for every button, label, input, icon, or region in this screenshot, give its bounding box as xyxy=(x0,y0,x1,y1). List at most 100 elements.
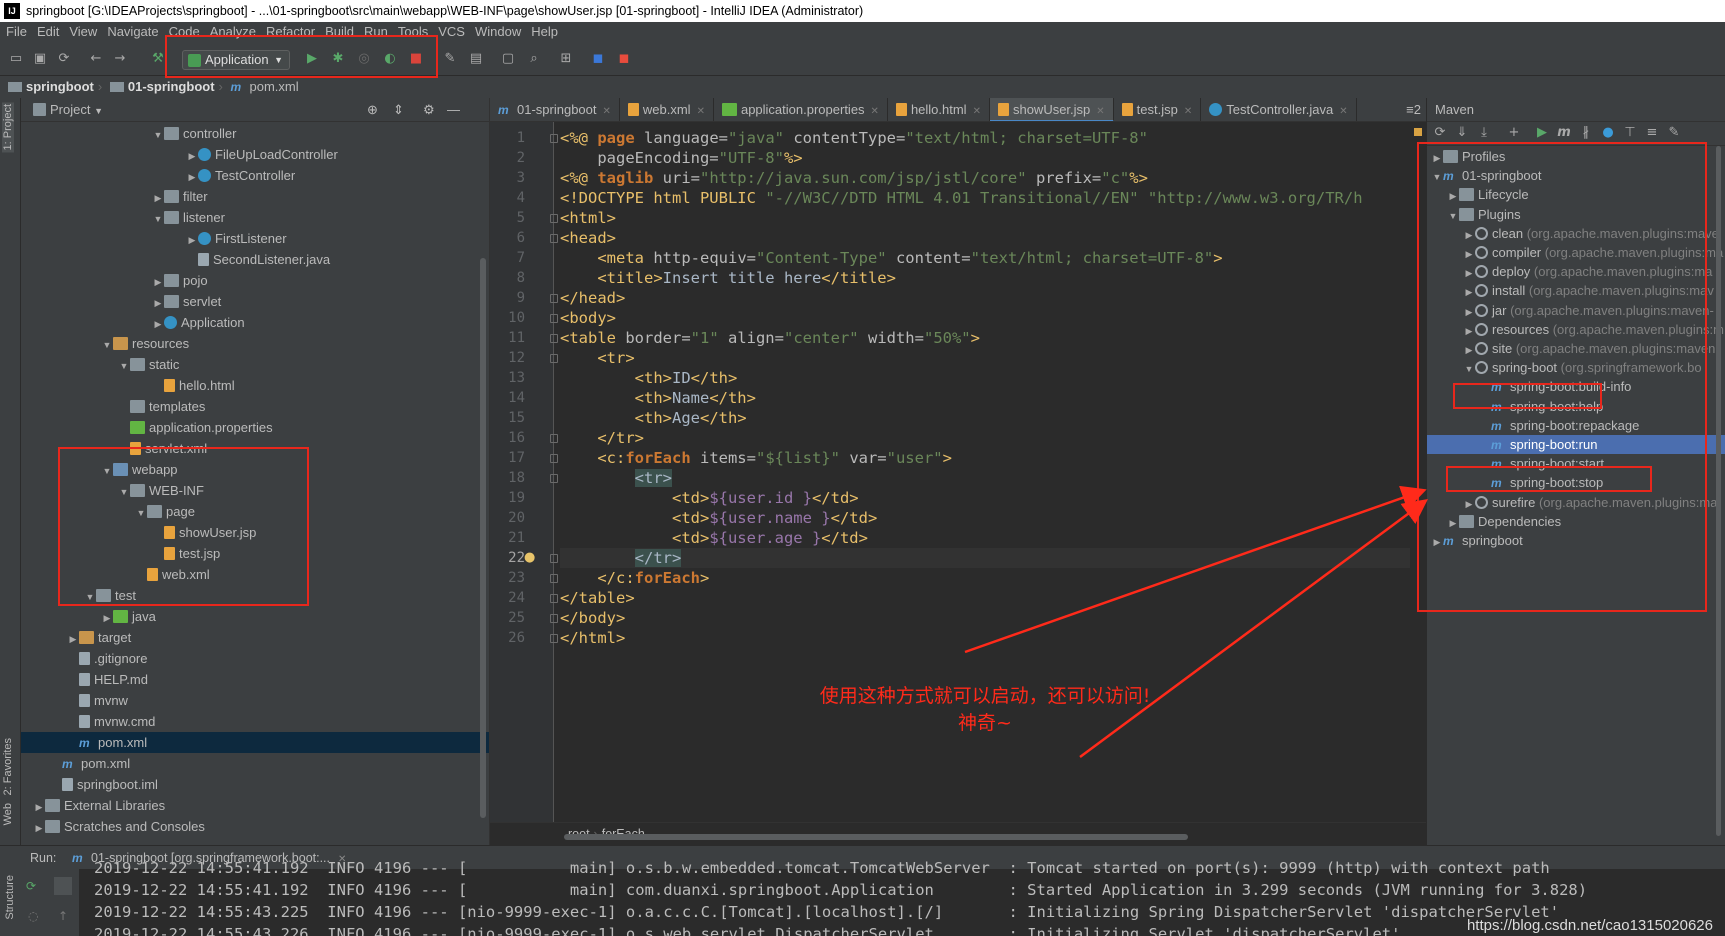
collapse-arrow-icon[interactable]: ▶ xyxy=(152,293,164,314)
settings-icon[interactable]: ✎ xyxy=(1667,126,1681,140)
collapse-arrow-icon[interactable]: ▶ xyxy=(1463,495,1475,512)
collapse-arrow-icon[interactable]: ▶ xyxy=(152,272,164,293)
maven-tree-item[interactable]: ▶ resources (org.apache.maven.plugins:m xyxy=(1427,320,1725,339)
fold-marker-icon[interactable] xyxy=(550,354,558,363)
code-line[interactable]: <td>${user.id }</td> xyxy=(560,488,859,508)
run-configuration-selector[interactable]: Application ▼ xyxy=(182,50,290,70)
collapse-arrow-icon[interactable]: ▶ xyxy=(33,818,45,839)
project-tree-item[interactable]: ▼ static xyxy=(21,354,489,375)
tab-overflow-icon[interactable]: ≡2 xyxy=(1406,98,1421,121)
maven-tree-item[interactable]: ▶ jar (org.apache.maven.plugins:maven- xyxy=(1427,301,1725,320)
scroll-to-end-icon[interactable] xyxy=(54,877,72,895)
project-tree-item[interactable]: ▼ page xyxy=(21,501,489,522)
web-tool-tab[interactable]: Web xyxy=(2,803,14,825)
fold-marker-icon[interactable] xyxy=(550,314,558,323)
project-scrollbar[interactable] xyxy=(480,258,486,818)
project-tree-item[interactable]: ▶ TestController xyxy=(21,165,489,186)
project-tree-item[interactable]: hello.html xyxy=(21,375,489,396)
maven-tree-item[interactable]: m spring-boot:repackage xyxy=(1427,416,1725,435)
menu-item-navigate[interactable]: Navigate xyxy=(107,24,158,39)
maven-tree-item[interactable]: ▶ Lifecycle xyxy=(1427,185,1725,204)
expand-arrow-icon[interactable]: ▼ xyxy=(101,335,113,356)
code-line[interactable]: <tr> xyxy=(560,468,672,488)
code-line[interactable]: </tr> xyxy=(560,428,644,448)
chevron-down-icon[interactable]: ▼ xyxy=(94,106,103,116)
close-tab-icon[interactable]: ✕ xyxy=(697,106,705,117)
project-tree-item[interactable]: ▶ target xyxy=(21,627,489,648)
project-tree-item[interactable]: ▶ FileUpLoadController xyxy=(21,144,489,165)
collapse-arrow-icon[interactable]: ▶ xyxy=(1463,303,1475,320)
project-tree-item[interactable]: ▼ resources xyxy=(21,333,489,354)
diagram-icon[interactable]: ⊤ xyxy=(1623,126,1637,140)
add-icon[interactable]: + xyxy=(1507,126,1521,140)
project-tree-item[interactable]: m pom.xml xyxy=(21,732,489,753)
project-tree-item[interactable]: ▶ FirstListener xyxy=(21,228,489,249)
expand-arrow-icon[interactable]: ▼ xyxy=(118,356,130,377)
breadcrumb-item[interactable]: springboot xyxy=(26,79,94,94)
expand-arrow-icon[interactable]: ▼ xyxy=(118,482,130,503)
menu-item-help[interactable]: Help xyxy=(531,24,558,39)
maven-tree-item[interactable]: ▶ surefire (org.apache.maven.plugins:ma xyxy=(1427,493,1725,512)
code-line[interactable]: <!DOCTYPE html PUBLIC "-//W3C//DTD HTML … xyxy=(560,188,1363,208)
target-icon[interactable]: ⊕ xyxy=(367,98,378,122)
project-tree-item[interactable]: ▶ pojo xyxy=(21,270,489,291)
code-line[interactable]: <th>Age</th> xyxy=(560,408,747,428)
menu-item-run[interactable]: Run xyxy=(364,24,388,39)
maven-tree-item[interactable]: ▼ spring-boot (org.springframework.bo xyxy=(1427,358,1725,377)
breadcrumb-item[interactable]: 01-springboot xyxy=(128,79,215,94)
expand-arrow-icon[interactable]: ▼ xyxy=(1463,360,1475,377)
open-folder-icon[interactable]: ▭ xyxy=(8,51,24,67)
wrench-icon[interactable]: ✎ xyxy=(442,51,458,67)
code-line[interactable]: <table border="1" align="center" width="… xyxy=(560,328,980,348)
collapse-arrow-icon[interactable]: ▶ xyxy=(1463,341,1475,358)
project-tree-item[interactable]: SecondListener.java xyxy=(21,249,489,270)
project-tree-item[interactable]: ▶ filter xyxy=(21,186,489,207)
project-tree-item[interactable]: ▶ Application xyxy=(21,312,489,333)
code-line[interactable]: <c:forEach items="${list}" var="user"> xyxy=(560,448,952,468)
collapse-all-icon[interactable]: ≡ xyxy=(1645,126,1659,140)
code-line[interactable]: </head> xyxy=(560,288,625,308)
code-line[interactable]: <tr> xyxy=(560,348,634,368)
project-tree-item[interactable]: showUser.jsp xyxy=(21,522,489,543)
menu-item-code[interactable]: Code xyxy=(169,24,200,39)
run-icon[interactable]: ▶ xyxy=(304,51,320,67)
expand-arrow-icon[interactable]: ▼ xyxy=(152,209,164,230)
fold-marker-icon[interactable] xyxy=(550,454,558,463)
expand-arrow-icon[interactable]: ▼ xyxy=(101,461,113,482)
project-tree-item[interactable]: springboot.iml xyxy=(21,774,489,795)
code-line[interactable]: </html> xyxy=(560,628,625,648)
code-line[interactable]: <td>${user.name }</td> xyxy=(560,508,877,528)
project-tree-item[interactable]: ▶ External Libraries xyxy=(21,795,489,816)
project-tree-item[interactable]: ▶ java xyxy=(21,606,489,627)
maven-tree-item[interactable]: m spring-boot:run xyxy=(1427,435,1725,454)
close-tab-icon[interactable]: ✕ xyxy=(871,106,879,117)
stop-icon[interactable]: ■ xyxy=(408,51,424,67)
maven-tree-item[interactable]: ▶ m springboot xyxy=(1427,531,1725,550)
collapse-arrow-icon[interactable]: ▶ xyxy=(101,608,113,629)
editor-tab[interactable]: web.xml ✕ xyxy=(620,98,714,121)
pause-icon[interactable]: ◌ xyxy=(28,909,38,923)
breadcrumb-item[interactable]: pom.xml xyxy=(250,79,299,94)
code-line[interactable]: <body> xyxy=(560,308,616,328)
maven-tree-item[interactable]: ▼ m 01-springboot xyxy=(1427,166,1725,185)
collapse-arrow-icon[interactable]: ▶ xyxy=(1463,283,1475,300)
build-hammer-icon[interactable]: ⚒ xyxy=(150,51,166,67)
fold-marker-icon[interactable] xyxy=(550,434,558,443)
menu-item-file[interactable]: File xyxy=(6,24,27,39)
editor-tab[interactable]: test.jsp ✕ xyxy=(1114,98,1202,121)
collapse-arrow-icon[interactable]: ▶ xyxy=(1447,514,1459,531)
editor-tab[interactable]: TestController.java ✕ xyxy=(1201,98,1357,121)
project-tree-item[interactable]: mvnw.cmd xyxy=(21,711,489,732)
close-tab-icon[interactable]: ✕ xyxy=(1339,106,1347,117)
plugin-icon[interactable]: ◼ xyxy=(616,51,632,67)
toggle-offline-icon[interactable]: ∦ xyxy=(1579,126,1593,140)
collapse-arrow-icon[interactable]: ▶ xyxy=(33,797,45,818)
menu-item-window[interactable]: Window xyxy=(475,24,521,39)
expand-arrow-icon[interactable]: ▼ xyxy=(152,125,164,146)
collapse-arrow-icon[interactable]: ▶ xyxy=(67,629,79,650)
collapse-arrow-icon[interactable]: ▶ xyxy=(1463,322,1475,339)
maven-tree-item[interactable]: ▶ compiler (org.apache.maven.plugins:ma xyxy=(1427,243,1725,262)
menu-item-refactor[interactable]: Refactor xyxy=(266,24,315,39)
code-line[interactable]: </table> xyxy=(560,588,635,608)
maven-tree-item[interactable]: m spring-boot:start xyxy=(1427,454,1725,473)
